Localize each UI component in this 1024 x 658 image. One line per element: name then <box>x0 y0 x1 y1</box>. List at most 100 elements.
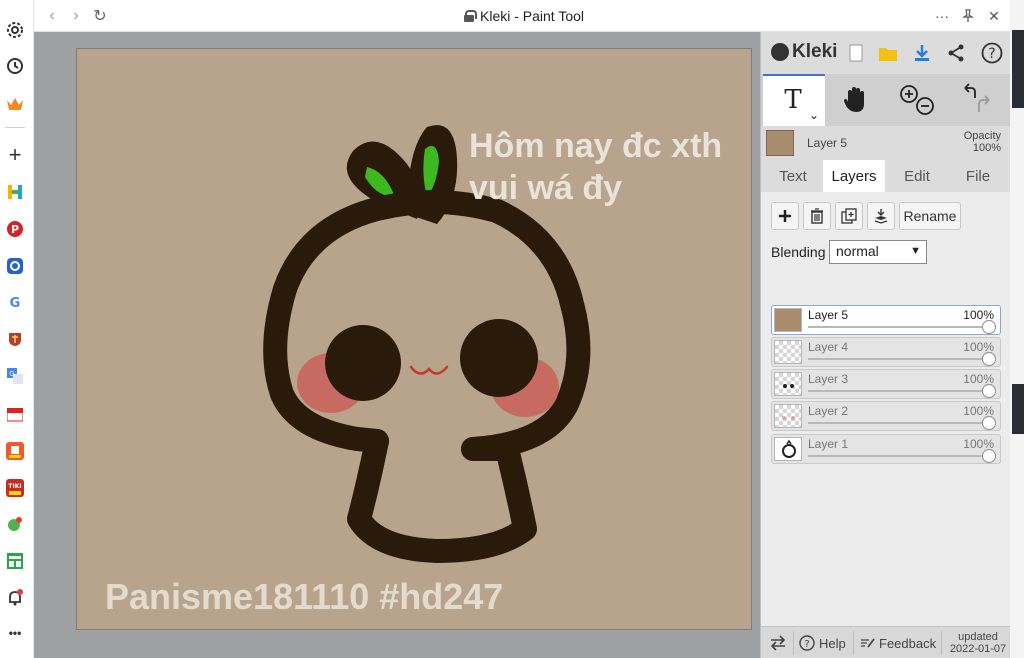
layer-row-5[interactable]: Layer 5 100% <box>771 305 1001 335</box>
app-icon[interactable] <box>4 255 26 277</box>
help-button[interactable]: ? Help <box>799 627 846 658</box>
gear-icon[interactable] <box>4 19 26 41</box>
zoom-buttons[interactable] <box>887 78 947 122</box>
pin-button[interactable] <box>958 6 978 26</box>
updated-date: 2022-01-07 <box>949 643 1007 655</box>
layer-row-4[interactable]: Layer 4 100% <box>771 337 1001 367</box>
slider-handle[interactable] <box>982 352 996 366</box>
google-icon[interactable]: G <box>4 291 26 313</box>
help-label: Help <box>819 635 846 651</box>
canvas-area[interactable]: Hôm nay đc xth vui wá đy Panisme181110 #… <box>34 32 760 658</box>
feedback-button[interactable]: Feedback <box>859 627 936 658</box>
shop-icon[interactable] <box>4 403 26 425</box>
pinterest-icon[interactable]: P <box>4 218 26 240</box>
opacity-value: 100% <box>972 142 1001 154</box>
reload-button[interactable]: ↻ <box>90 6 110 26</box>
svg-text:TIKI: TIKI <box>8 483 21 490</box>
svg-text:G: G <box>10 296 21 310</box>
tool-row: T ⌄ <box>761 74 1011 126</box>
chevron-down-icon[interactable]: ⌄ <box>809 108 819 122</box>
panel-footer: ? Help Feedback updated 2022-01-07 <box>761 626 1011 658</box>
new-image-button[interactable] <box>843 40 869 66</box>
layer-thumbnail <box>774 308 802 332</box>
drawing-canvas[interactable]: Hôm nay đc xth vui wá đy Panisme181110 #… <box>76 48 752 630</box>
background-window <box>1012 30 1024 108</box>
help-header-button[interactable]: ? <box>979 40 1005 66</box>
undo-redo-buttons[interactable] <box>947 78 1007 122</box>
new-file-icon <box>849 44 863 62</box>
browser-toolbar: ‹ › ↻ Kleki - Paint Tool ··· ✕ <box>34 0 1010 32</box>
open-button[interactable] <box>875 40 901 66</box>
current-layer-thumbnail <box>766 130 794 156</box>
kleki-logo[interactable]: Kleki <box>771 41 837 63</box>
sheet-icon[interactable] <box>4 550 26 572</box>
paint-icon[interactable] <box>4 513 26 535</box>
merge-layer-button[interactable] <box>867 202 895 230</box>
lock-icon <box>464 10 477 22</box>
duplicate-layer-button[interactable] <box>835 202 863 230</box>
forward-button[interactable]: › <box>66 6 86 26</box>
history-icon[interactable] <box>4 55 26 77</box>
blending-select[interactable]: normal ▼ <box>829 240 927 264</box>
panel-header: Kleki ? <box>761 32 1011 74</box>
help-icon: ? <box>799 635 815 651</box>
tab-text[interactable]: Text <box>767 160 819 192</box>
page-title-bar: Kleki - Paint Tool <box>464 8 584 24</box>
current-layer-opacity[interactable]: Opacity 100% <box>964 130 1001 154</box>
more-icon[interactable]: ••• <box>4 622 26 644</box>
layer-row-2[interactable]: Layer 2 100% <box>771 401 1001 431</box>
opacity-label: Opacity <box>963 130 1001 142</box>
add-icon[interactable]: + <box>4 142 26 167</box>
sidebar-divider <box>5 127 25 128</box>
tiki-icon[interactable]: TIKI <box>4 477 26 499</box>
slider-handle[interactable] <box>982 384 996 398</box>
layer-opacity-slider[interactable] <box>808 422 992 424</box>
h-app-icon[interactable] <box>4 181 26 203</box>
swap-icon <box>770 635 786 651</box>
help-icon: ? <box>981 42 1003 64</box>
layer-opacity-slider[interactable] <box>808 455 992 457</box>
layer-row-3[interactable]: Layer 3 100% <box>771 369 1001 399</box>
shield-app-icon[interactable] <box>4 328 26 350</box>
swap-side-button[interactable] <box>769 627 787 658</box>
trash-icon <box>811 208 823 224</box>
layer-row-1[interactable]: Layer 1 100% <box>771 434 1001 464</box>
updated-info[interactable]: updated 2022-01-07 <box>947 631 1009 655</box>
layer-opacity-slider[interactable] <box>808 358 992 360</box>
close-button[interactable]: ✕ <box>984 6 1004 26</box>
tab-layers[interactable]: Layers <box>823 160 885 192</box>
pin-icon <box>962 9 974 22</box>
share-button[interactable] <box>943 40 969 66</box>
feedback-label: Feedback <box>879 635 937 651</box>
svg-text:G: G <box>9 370 14 378</box>
text-tool-button[interactable]: T ⌄ <box>763 78 823 122</box>
svg-text:?: ? <box>988 46 995 62</box>
slider-handle[interactable] <box>982 449 996 463</box>
rename-layer-button[interactable]: Rename <box>899 202 961 230</box>
tab-edit[interactable]: Edit <box>889 160 945 192</box>
footer-divider <box>853 631 854 655</box>
current-layer-info: Layer 5 Opacity 100% <box>761 126 1011 160</box>
layer-opacity-slider[interactable] <box>808 390 992 392</box>
hand-tool-button[interactable] <box>825 78 885 122</box>
hand-icon <box>844 87 864 112</box>
back-button[interactable]: ‹ <box>42 6 62 26</box>
tab-file[interactable]: File <box>951 160 1005 192</box>
slider-handle[interactable] <box>982 320 996 334</box>
add-layer-button[interactable] <box>771 202 799 230</box>
slider-handle[interactable] <box>982 416 996 430</box>
crown-icon[interactable] <box>4 93 26 115</box>
layer-name: Layer 5 <box>808 308 849 322</box>
kleki-logo-icon <box>771 43 789 61</box>
layer-opacity-slider[interactable] <box>808 326 992 328</box>
footer-divider <box>793 631 794 655</box>
delete-layer-button[interactable] <box>803 202 831 230</box>
translate-icon[interactable]: G <box>4 365 26 387</box>
more-options-button[interactable]: ··· <box>932 6 952 26</box>
bell-icon[interactable] <box>4 587 26 609</box>
blending-label: Blending <box>771 244 826 260</box>
tet-icon[interactable] <box>4 440 26 462</box>
layer-thumbnail <box>774 404 802 428</box>
save-button[interactable] <box>909 40 935 66</box>
background-window <box>1012 384 1024 434</box>
